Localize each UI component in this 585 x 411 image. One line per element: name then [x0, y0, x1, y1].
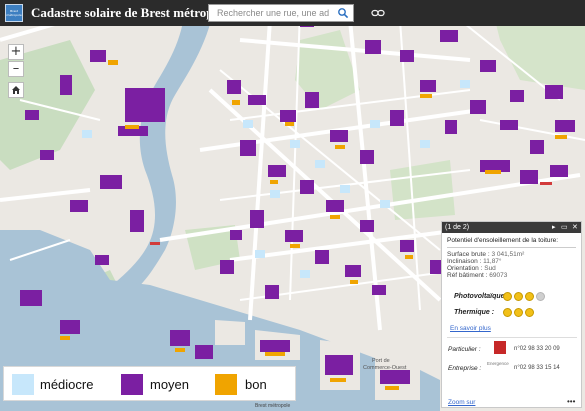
legend-label-moyen: moyen: [150, 377, 190, 392]
map-attribution: Brest métropole: [255, 403, 291, 409]
entreprise-phone: n°02 98 33 15 14: [514, 365, 560, 371]
app-logo: Brest métropole: [5, 4, 23, 22]
photovoltaique-label: Photovoltaïque :: [454, 293, 509, 300]
field-orientation-label: Orientation :: [447, 265, 483, 272]
field-surface-value: 3 041,51m²: [491, 251, 525, 258]
thermique-smiley-icon: [503, 308, 512, 317]
entreprise-logo-text: Energence: [487, 361, 509, 366]
entreprise-label: Entreprise :: [448, 365, 482, 372]
zoom-in-button[interactable]: +: [8, 44, 24, 60]
legend-label-bon: bon: [245, 377, 267, 392]
popup-title: Potentiel d'ensoleillement de la toiture…: [447, 237, 576, 248]
field-ref-batiment: Réf bâtiment : 69073: [447, 272, 581, 279]
photovoltaique-smiley-icon: [536, 292, 545, 301]
popup-header: (1 de 2) ▸ ▭ ✕: [442, 222, 581, 233]
popup-counter: (1 de 2): [445, 224, 470, 231]
info-popup: (1 de 2) ▸ ▭ ✕ Potentiel d'ensoleillemen…: [441, 221, 582, 408]
popup-fields: Surface brute : 3 041,51m² Inclinaison :…: [442, 251, 581, 279]
thermique-smiley-icon: [525, 308, 534, 317]
legend-label-mediocre: médiocre: [40, 377, 94, 392]
learn-more-link[interactable]: En savoir plus: [450, 325, 491, 332]
app-header: Brest métropole Cadastre solaire de Bres…: [0, 0, 585, 26]
field-orientation-value: Sud: [484, 265, 496, 272]
legend-swatch-bon: [215, 374, 237, 395]
field-ref-value: 69073: [489, 272, 508, 279]
photovoltaique-smiley-icon: [503, 292, 512, 301]
field-inclinaison-label: Inclinaison :: [447, 258, 482, 265]
logo-text: Brest métropole: [6, 9, 22, 17]
field-inclinaison-value: 11,87°: [483, 258, 502, 265]
zoom-out-button[interactable]: –: [8, 61, 24, 77]
maximize-icon[interactable]: ▭: [561, 223, 568, 232]
field-orientation: Orientation : Sud: [447, 265, 581, 272]
photovoltaique-smiley-icon: [525, 292, 534, 301]
photovoltaique-smiley-icon: [514, 292, 523, 301]
link-icon[interactable]: [371, 7, 385, 19]
next-feature-icon[interactable]: ▸: [552, 223, 556, 232]
port-label-line1: Port de: [372, 358, 390, 364]
thermique-smiley-icon: [514, 308, 523, 317]
thermique-label: Thermique :: [454, 309, 495, 316]
search-box[interactable]: [208, 4, 354, 22]
field-surface-label: Surface brute :: [447, 251, 490, 258]
field-inclinaison: Inclinaison : 11,87°: [447, 258, 581, 265]
search-input[interactable]: [209, 8, 329, 18]
search-icon[interactable]: [337, 7, 349, 19]
popup-divider: [447, 337, 577, 338]
home-icon: [12, 86, 20, 94]
app-title: Cadastre solaire de Brest métropole: [31, 5, 230, 20]
map-legend: médiocre moyen bon: [3, 366, 296, 401]
port-label-line2: Commerce-Ouest: [363, 365, 407, 371]
particulier-label: Particulier :: [448, 346, 481, 353]
field-ref-label: Réf bâtiment :: [447, 272, 488, 279]
particulier-logo: [494, 341, 506, 354]
close-icon[interactable]: ✕: [572, 223, 578, 232]
field-surface: Surface brute : 3 041,51m²: [447, 251, 581, 258]
home-button[interactable]: [8, 82, 24, 98]
legend-swatch-moyen: [121, 374, 143, 395]
legend-swatch-mediocre: [12, 374, 34, 395]
particulier-phone: n°02 98 33 20 09: [514, 346, 560, 352]
